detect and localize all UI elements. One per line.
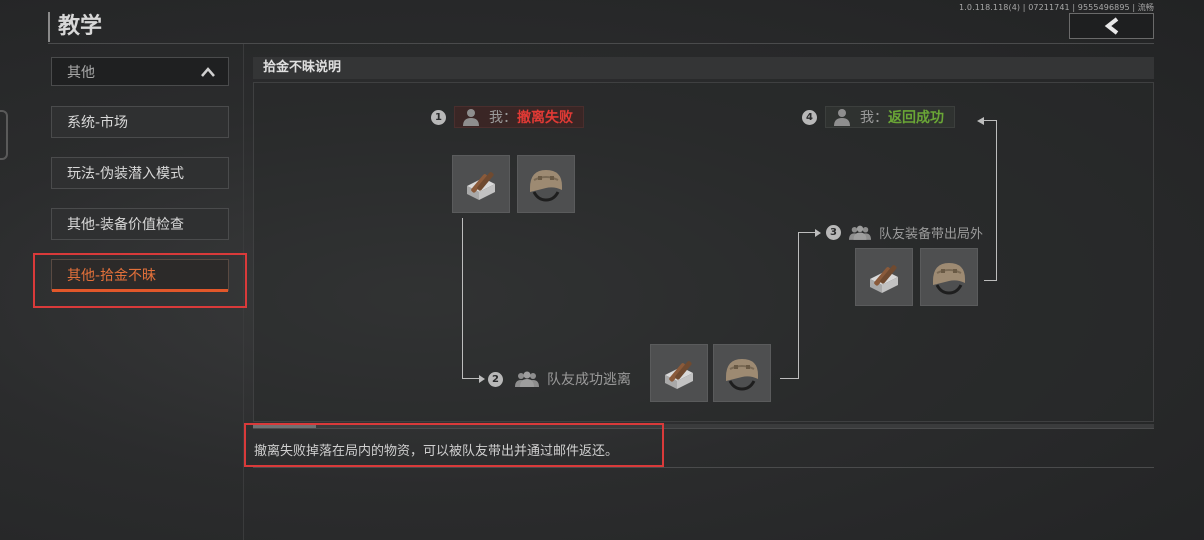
step-4: 4 我： 返回成功: [802, 106, 955, 128]
item-slot: [650, 344, 708, 402]
sidebar-item-label: 玩法-伪装潜入模式: [67, 166, 185, 182]
step-number: 2: [488, 371, 503, 387]
arrow-head: [815, 229, 821, 237]
divider: [253, 467, 1154, 468]
helmet-icon: [933, 263, 965, 295]
category-label: 其他: [67, 64, 95, 81]
chevron-up-icon: [201, 67, 215, 77]
team-icon: [515, 371, 539, 387]
connector-line: [984, 280, 996, 281]
connector-line: [780, 378, 798, 379]
section-title: 拾金不昧说明: [253, 57, 1154, 79]
team-icon: [849, 225, 871, 240]
step-label: 队友成功逃离: [547, 372, 631, 388]
sidebar-item-gear-value-check[interactable]: 其他-装备价值检查: [51, 208, 229, 240]
ammo-box-icon: [467, 172, 495, 200]
item-slot: [920, 248, 978, 306]
sidebar-item-label: 系统-市场: [67, 115, 129, 131]
version-info: 1.0.118.118(4) | 07211741 | 9555496895 |…: [959, 3, 1154, 12]
status-text: 撤离失败: [517, 110, 573, 126]
item-slot: [452, 155, 510, 213]
item-slot: [517, 155, 575, 213]
step-2: 2 队友成功逃离: [488, 369, 631, 389]
back-button[interactable]: [1069, 13, 1154, 39]
person-icon: [463, 109, 479, 126]
item-slot: [713, 344, 771, 402]
connector-line: [462, 378, 480, 379]
step-prefix: 我：: [489, 110, 517, 126]
sidebar-item-market[interactable]: 系统-市场: [51, 106, 229, 138]
step-label: 队友装备带出局外: [879, 227, 984, 242]
arrow-head: [977, 117, 984, 125]
highlight-frame: [33, 253, 247, 308]
header-divider: [48, 43, 1154, 44]
ammo-box-icon: [870, 265, 898, 293]
step-prefix: 我：: [860, 110, 888, 126]
step-number: 1: [431, 109, 446, 125]
connector-line: [798, 232, 799, 379]
connector-line: [798, 232, 816, 233]
page-title: 教学: [48, 12, 102, 42]
connector-line: [996, 120, 997, 281]
category-dropdown[interactable]: 其他: [51, 57, 229, 86]
helmet-icon: [726, 359, 758, 391]
step-number: 4: [802, 109, 817, 125]
helmet-icon: [530, 170, 562, 202]
sidebar-item-disguise-mode[interactable]: 玩法-伪装潜入模式: [51, 157, 229, 189]
ammo-box-icon: [665, 361, 693, 389]
status-tag: 我： 返回成功: [825, 106, 955, 128]
step-number: 3: [826, 225, 841, 240]
step-1: 1 我： 撤离失败: [431, 106, 584, 128]
back-arrow-icon: [1104, 17, 1118, 35]
highlight-frame: [244, 423, 664, 467]
sidebar-item-label: 其他-装备价值检查: [67, 217, 185, 233]
item-slot: [855, 248, 913, 306]
person-icon: [834, 109, 850, 126]
tutorial-screen: 1.0.118.118(4) | 07211741 | 9555496895 |…: [0, 0, 1204, 540]
arrow-head: [479, 375, 485, 383]
side-drawer-handle[interactable]: [0, 110, 8, 160]
connector-line: [462, 218, 463, 378]
connector-line: [984, 120, 996, 121]
status-tag: 我： 撤离失败: [454, 106, 584, 128]
status-text: 返回成功: [888, 110, 944, 126]
step-3: 3 队友装备带出局外: [826, 223, 983, 242]
